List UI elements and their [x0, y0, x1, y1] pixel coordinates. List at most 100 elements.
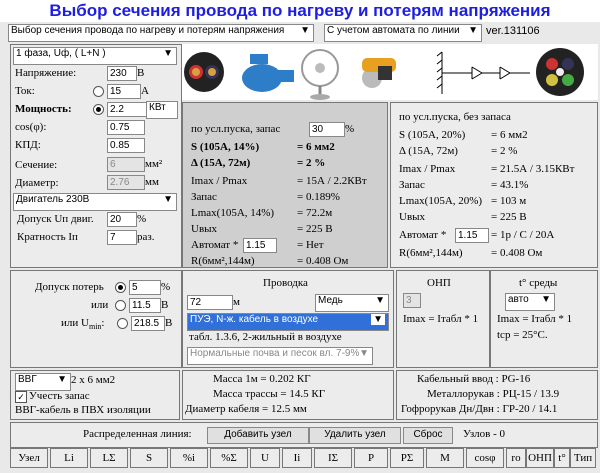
multiplicity-input[interactable]: [107, 230, 137, 245]
loss-percent-unit: %: [161, 281, 171, 293]
reserve-label: Учесть запас: [29, 390, 90, 402]
header-onp: ОНП: [526, 448, 554, 468]
right-uout-label: Uвых: [399, 211, 426, 223]
circuit-diagram: [436, 48, 584, 96]
loss-volt-radio[interactable]: [115, 300, 126, 311]
section-label: Сечение:: [15, 159, 58, 171]
right-breaker-label: Автомат *: [399, 229, 447, 241]
chevron-down-icon: ▼: [371, 314, 385, 325]
add-node-button[interactable]: Добавить узел: [207, 427, 309, 444]
onp-title: ОНП: [427, 277, 451, 289]
loss-or-label: или: [91, 299, 109, 311]
tolerance-input[interactable]: [107, 212, 137, 227]
cable-type-select[interactable]: ВВГ ▼: [15, 373, 71, 391]
cable-entry-panel: Кабельный ввод : PG-16 Металлорукав : РЦ…: [396, 370, 598, 420]
pump-icon: [242, 54, 294, 92]
right-loss-label: Δ (15А, 72м): [399, 145, 458, 157]
mass-panel: Масса 1м = 0.202 КГ Масса трассы = 14.5 …: [182, 370, 394, 420]
mid-reserve-value: = 0.189%: [297, 191, 340, 203]
mid-imax-label: Imax / Pmax: [191, 175, 248, 187]
mid-imax-value: = 15А / 2.2КВт: [297, 175, 367, 187]
diameter-unit: мм: [145, 176, 159, 188]
current-unit: А: [141, 85, 149, 97]
current-input[interactable]: [107, 84, 141, 99]
header-m: M: [426, 448, 464, 468]
loss-percent-input[interactable]: [129, 280, 161, 295]
cable-icon: [184, 52, 224, 92]
mid-lmax-value: = 72.2м: [297, 207, 333, 219]
cos-input[interactable]: [107, 120, 145, 135]
right-reserve-value: = 43.1%: [491, 179, 529, 191]
mid-section-label: S (105А, 14%): [191, 141, 260, 153]
fan-icon: [301, 49, 339, 100]
section-input: [107, 157, 145, 172]
mid-breaker-value: = Нет: [297, 239, 324, 251]
header-type: Тип: [570, 448, 596, 468]
multiplicity-label: Кратность Iп: [17, 231, 78, 243]
chevron-down-icon: ▼: [300, 25, 310, 36]
mid-reserve-unit: %: [345, 123, 355, 135]
kpd-input[interactable]: [107, 138, 145, 153]
temperature-formula: Imax = Iтабл * 1: [497, 313, 573, 325]
right-resistance-label: R(6мм²,144м): [399, 247, 463, 259]
loss-volt-input[interactable]: [129, 298, 161, 313]
temperature-mode-select[interactable]: авто ▼: [505, 293, 555, 311]
phase-select[interactable]: 1 фаза, Uф, ( L+N ) ▼: [13, 47, 177, 65]
multiplicity-unit: раз.: [137, 231, 155, 243]
page-title: Выбор сечения провода по нагреву и потер…: [0, 0, 600, 22]
right-lmax-value: = 103 м: [491, 195, 527, 207]
wiring-title: Проводка: [263, 277, 308, 289]
loss-umin-label: или Umin:: [61, 317, 105, 332]
right-imax-label: Imax / Pmax: [399, 163, 456, 175]
wire-table-ref: табл. 1.3.6, 2-жильный в воздухе: [189, 331, 342, 343]
tolerance-label: Допуск Uп двиг.: [17, 213, 94, 225]
illustration-strip: [182, 44, 598, 100]
motor-select[interactable]: Двигатель 230В ▼: [13, 193, 177, 211]
header-pi: %i: [170, 448, 208, 468]
current-radio[interactable]: [93, 86, 104, 97]
cos-label: cos(φ):: [15, 121, 47, 133]
node-table-header: Узел Li LΣ S %i %Σ U Ii IΣ P PΣ M cosφ r…: [10, 448, 596, 470]
mid-breaker-input[interactable]: [243, 238, 277, 253]
voltage-input[interactable]: [107, 66, 137, 81]
loss-umin-radio[interactable]: [117, 318, 128, 329]
diameter-label: Диаметр:: [15, 177, 59, 189]
mode-select[interactable]: Выбор сечения провода по нагреву и потер…: [8, 24, 314, 42]
section-unit: мм²: [145, 158, 163, 170]
right-resistance-value: = 0.408 Ом: [491, 247, 543, 259]
option-select[interactable]: С учетом автомата по линии ▼: [324, 24, 482, 42]
reset-button[interactable]: Сброс: [403, 427, 453, 444]
metal-select[interactable]: Медь ▼: [315, 294, 389, 312]
header-u: U: [250, 448, 280, 468]
onp-input: [403, 293, 421, 308]
right-breaker-input[interactable]: [455, 228, 489, 243]
wire-length-unit: м: [233, 296, 240, 308]
reserve-checkbox[interactable]: ✓: [15, 391, 27, 403]
header-isum: IΣ: [314, 448, 352, 468]
cable-size: 2 x 6 мм2: [71, 374, 116, 386]
cable-diameter: Диаметр кабеля = 12.5 мм: [185, 403, 307, 415]
cable-gland: Кабельный ввод : PG-16: [417, 373, 531, 385]
right-section-value: = 6 мм2: [491, 129, 528, 141]
pue-rule-select[interactable]: ПУЭ, N-ж. кабель в воздухе ▼: [187, 313, 389, 331]
mid-resistance-label: R(6мм²,144м): [191, 255, 255, 267]
voltage-label: Напряжение:: [15, 67, 77, 79]
mid-section-value: = 6 мм2: [297, 141, 335, 153]
left-params-panel: 1 фаза, Uф, ( L+N )▼ Напряжение: В Ток: …: [10, 44, 182, 268]
wire-length-input[interactable]: [187, 295, 233, 310]
power-input[interactable]: [107, 102, 147, 117]
wiring-panel: Проводка м Медь▼ ПУЭ, N-ж. кабель в возд…: [182, 270, 394, 368]
remove-node-button[interactable]: Удалить узел: [309, 427, 401, 444]
temperature-average: tср = 25°С.: [497, 329, 548, 341]
loss-percent-radio[interactable]: [115, 282, 126, 293]
mid-reserve-input[interactable]: [309, 122, 345, 137]
mid-lmax-label: Lmax(105А, 14%): [191, 207, 275, 219]
kpd-label: КПД:: [15, 139, 41, 151]
loss-umin-input[interactable]: [131, 316, 165, 331]
power-radio[interactable]: [93, 104, 104, 115]
header-cosphi: cosφ: [466, 448, 504, 468]
right-breaker-value: = 1р / С / 20А: [491, 229, 555, 241]
mid-reserve-label: Запас: [191, 191, 217, 203]
power-unit-select[interactable]: КВт: [146, 101, 178, 119]
chevron-down-icon: ▼: [57, 374, 67, 385]
